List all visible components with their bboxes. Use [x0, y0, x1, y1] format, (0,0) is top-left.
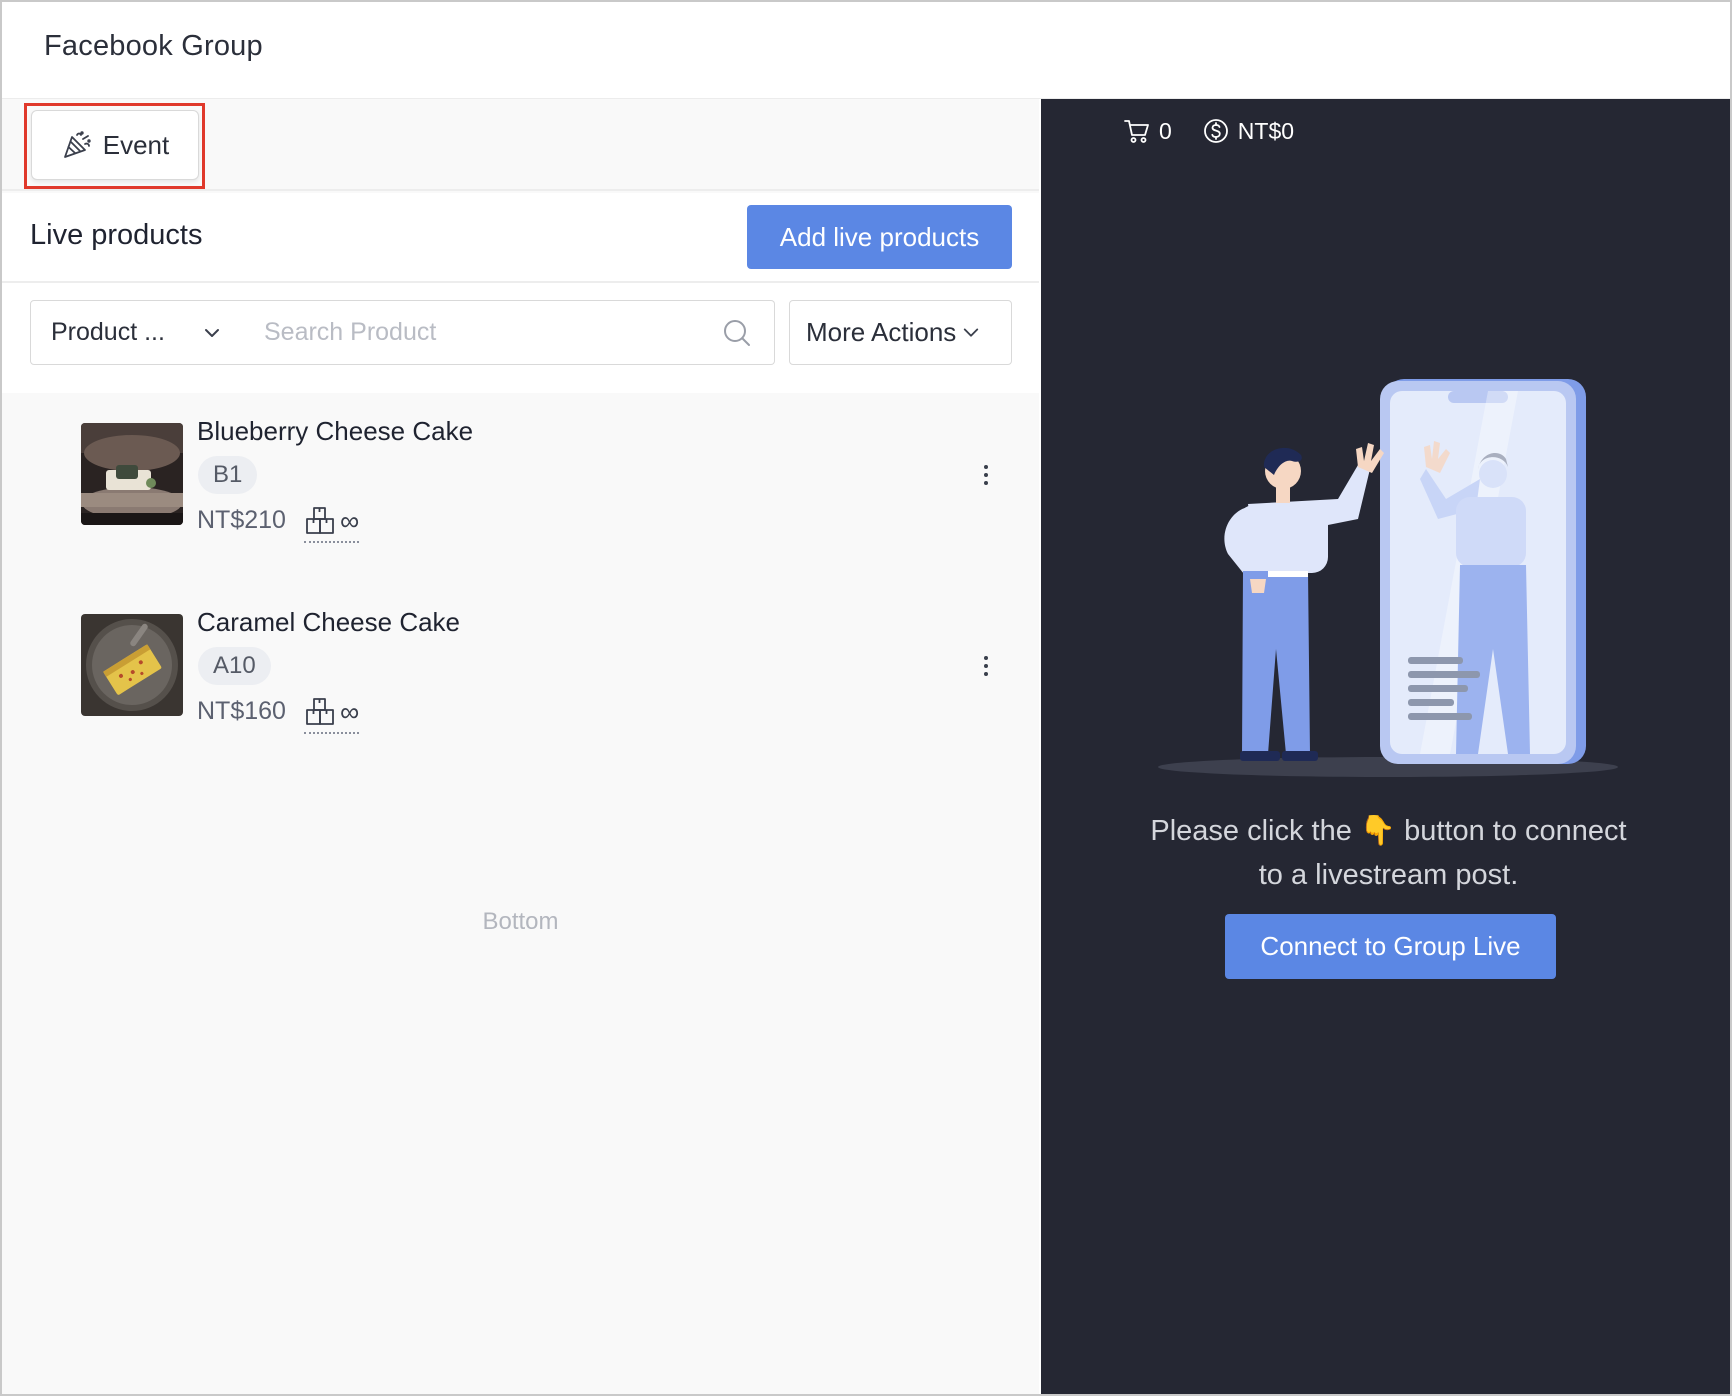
- more-actions-dropdown[interactable]: More Actions: [789, 300, 1012, 365]
- page-title: Facebook Group: [44, 30, 263, 62]
- cart-icon: [1124, 120, 1149, 143]
- cart-count: 0: [1159, 117, 1172, 144]
- connect-prompt: Please click the 👇 button to connect to …: [1081, 809, 1696, 897]
- stock-icon: [306, 698, 334, 725]
- stock-value: ∞: [340, 505, 360, 536]
- app-window: Facebook Group Event Live products Add l…: [0, 0, 1732, 1396]
- product-code-badge: B1: [198, 456, 258, 494]
- product-price: NT$210: [197, 506, 286, 534]
- product-filter-select[interactable]: Product ...: [30, 300, 245, 365]
- search-icon[interactable]: [722, 318, 752, 348]
- revenue-value: NT$0: [1237, 117, 1295, 144]
- product-image: [81, 423, 183, 525]
- kebab-icon[interactable]: [974, 646, 998, 686]
- product-item[interactable]: Caramel Cheese Cake A10 NT$160 ∞: [2, 584, 1039, 774]
- right-panel: 0 NT$0 Please click the 👇 button to conn…: [1041, 99, 1730, 1394]
- kebab-icon[interactable]: [974, 455, 998, 495]
- live-stats: 0 NT$0: [1123, 117, 1294, 145]
- search-box: [244, 300, 775, 365]
- event-label: Event: [102, 129, 170, 160]
- product-list: Blueberry Cheese Cake B1 NT$210 ∞ Carame…: [2, 393, 1039, 1394]
- filter-row: Product ... More Actions: [2, 283, 1039, 393]
- connect-prompt-line1: Please click the 👇 button to connect: [1150, 815, 1627, 847]
- more-actions-label: More Actions: [806, 317, 957, 347]
- event-icon: [63, 131, 91, 158]
- event-toolbar: Event: [2, 99, 1039, 191]
- live-products-title: Live products: [30, 219, 203, 251]
- chevron-down-icon: [205, 329, 219, 337]
- product-code-badge: A10: [198, 647, 271, 685]
- chevron-down-icon: [964, 328, 979, 337]
- left-panel: Event Live products Add live products Pr…: [2, 99, 1039, 1394]
- add-live-products-button[interactable]: Add live products: [747, 205, 1012, 269]
- event-button[interactable]: Event: [31, 110, 199, 180]
- dollar-icon: [1203, 119, 1228, 143]
- connect-prompt-line2: to a livestream post.: [1258, 859, 1519, 891]
- product-item[interactable]: Blueberry Cheese Cake B1 NT$210 ∞: [2, 393, 1039, 583]
- livestream-illustration: [1158, 379, 1618, 777]
- live-products-header: Live products Add live products: [2, 193, 1039, 283]
- stock-indicator[interactable]: ∞: [304, 503, 360, 543]
- search-input[interactable]: [244, 301, 704, 364]
- connect-group-live-button[interactable]: Connect to Group Live: [1225, 914, 1556, 979]
- stock-indicator[interactable]: ∞: [304, 694, 360, 734]
- stock-value: ∞: [340, 696, 360, 727]
- product-name: Caramel Cheese Cake: [197, 607, 461, 637]
- list-bottom-label: Bottom: [482, 908, 559, 935]
- product-image: [81, 614, 183, 716]
- stock-icon: [306, 507, 334, 534]
- product-name: Blueberry Cheese Cake: [197, 416, 474, 446]
- app-header: Facebook Group: [2, 2, 1730, 99]
- product-filter-value: Product ...: [51, 318, 165, 346]
- product-price: NT$160: [197, 697, 286, 725]
